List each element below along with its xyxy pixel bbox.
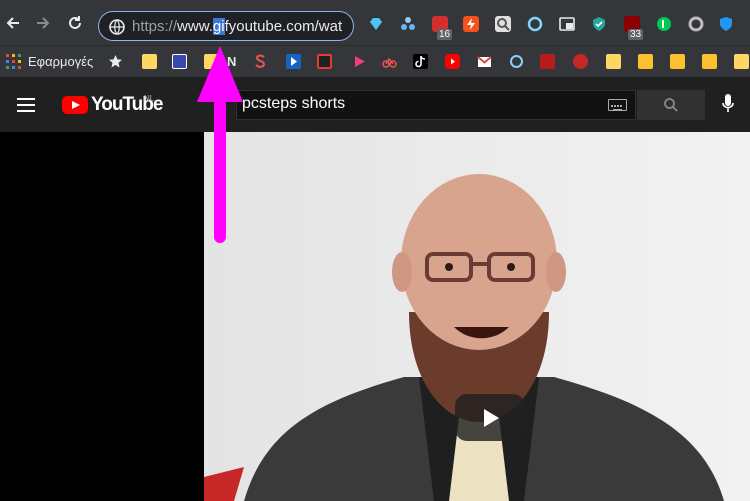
keyboard-icon[interactable]	[608, 99, 627, 111]
bookmarks-bar: Εφαρμογές N	[0, 46, 750, 78]
play-bookmark-icon[interactable]	[286, 54, 301, 69]
gmail-bookmark-icon[interactable]	[477, 54, 492, 69]
yellow-bookmark-icon[interactable]	[638, 54, 653, 69]
extension-badge-16: 16	[437, 29, 453, 40]
red-circle-bookmark-icon[interactable]	[573, 54, 588, 69]
browser-toolbar: https://www.gifyoutube.com/wat 16 33	[0, 0, 750, 46]
circle-extension-icon[interactable]	[527, 16, 543, 32]
sf-bookmark-icon[interactable]	[540, 54, 555, 69]
forward-arrow-icon[interactable]	[32, 12, 54, 34]
share-extension-icon[interactable]	[400, 16, 416, 32]
folder-bookmark-icon[interactable]	[734, 54, 749, 69]
pink-play-bookmark-icon[interactable]	[352, 54, 367, 69]
video-frame-person	[204, 132, 750, 501]
folder-bookmark-icon[interactable]	[142, 54, 157, 69]
search-query[interactable]: pcsteps shorts	[242, 95, 345, 113]
search-icon	[664, 98, 678, 112]
region-code: NL	[144, 94, 155, 103]
bike-bookmark-icon[interactable]	[382, 54, 397, 69]
circle-bookmark-icon[interactable]	[509, 54, 524, 69]
tiktok-bookmark-icon[interactable]	[413, 54, 428, 69]
b-bookmark-icon[interactable]	[317, 54, 332, 69]
url-selection: gi	[212, 18, 225, 35]
screenshot: https://www.gifyoutube.com/wat 16 33 Εφα…	[0, 0, 750, 501]
shield-bookmark-icon[interactable]	[172, 54, 187, 69]
extension-badge-33: 33	[628, 29, 644, 40]
globe-icon	[109, 19, 125, 35]
reload-icon[interactable]	[64, 12, 86, 34]
window-extension-icon[interactable]	[559, 16, 575, 32]
star-icon[interactable]	[108, 54, 123, 69]
address-bar[interactable]: https://www.gifyoutube.com/wat	[98, 11, 354, 41]
flash-extension-icon[interactable]	[463, 16, 479, 32]
mic-icon[interactable]	[722, 94, 734, 114]
bookmark-apps[interactable]: Εφαρμογές	[28, 54, 93, 69]
yellow-bookmark-icon[interactable]	[702, 54, 717, 69]
magnifier-extension-icon[interactable]	[495, 16, 511, 32]
diamond-extension-icon[interactable]	[368, 16, 384, 32]
annotation-arrow-head	[197, 46, 243, 102]
yellow-bookmark-icon[interactable]	[670, 54, 685, 69]
annotation-arrow-shaft	[214, 95, 226, 243]
left-blank-area	[0, 132, 204, 501]
menu-icon[interactable]	[17, 98, 35, 112]
back-arrow-icon[interactable]	[2, 12, 24, 34]
folder-bookmark-icon[interactable]	[606, 54, 621, 69]
green-d-extension-icon[interactable]	[656, 16, 672, 32]
play-button[interactable]	[455, 394, 525, 441]
shield-extension-icon[interactable]	[718, 16, 734, 32]
ring-extension-icon[interactable]	[688, 16, 704, 32]
youtube-bookmark-icon[interactable]	[445, 54, 460, 69]
url-text: https://www.gifyoutube.com/wat	[132, 18, 343, 35]
search-button[interactable]	[637, 90, 705, 120]
apps-grid-icon[interactable]	[6, 54, 21, 69]
youtube-logo-icon[interactable]	[62, 96, 88, 114]
video-player[interactable]	[204, 132, 750, 501]
s-bookmark-icon[interactable]	[253, 54, 268, 69]
check-shield-extension-icon[interactable]	[591, 16, 607, 32]
